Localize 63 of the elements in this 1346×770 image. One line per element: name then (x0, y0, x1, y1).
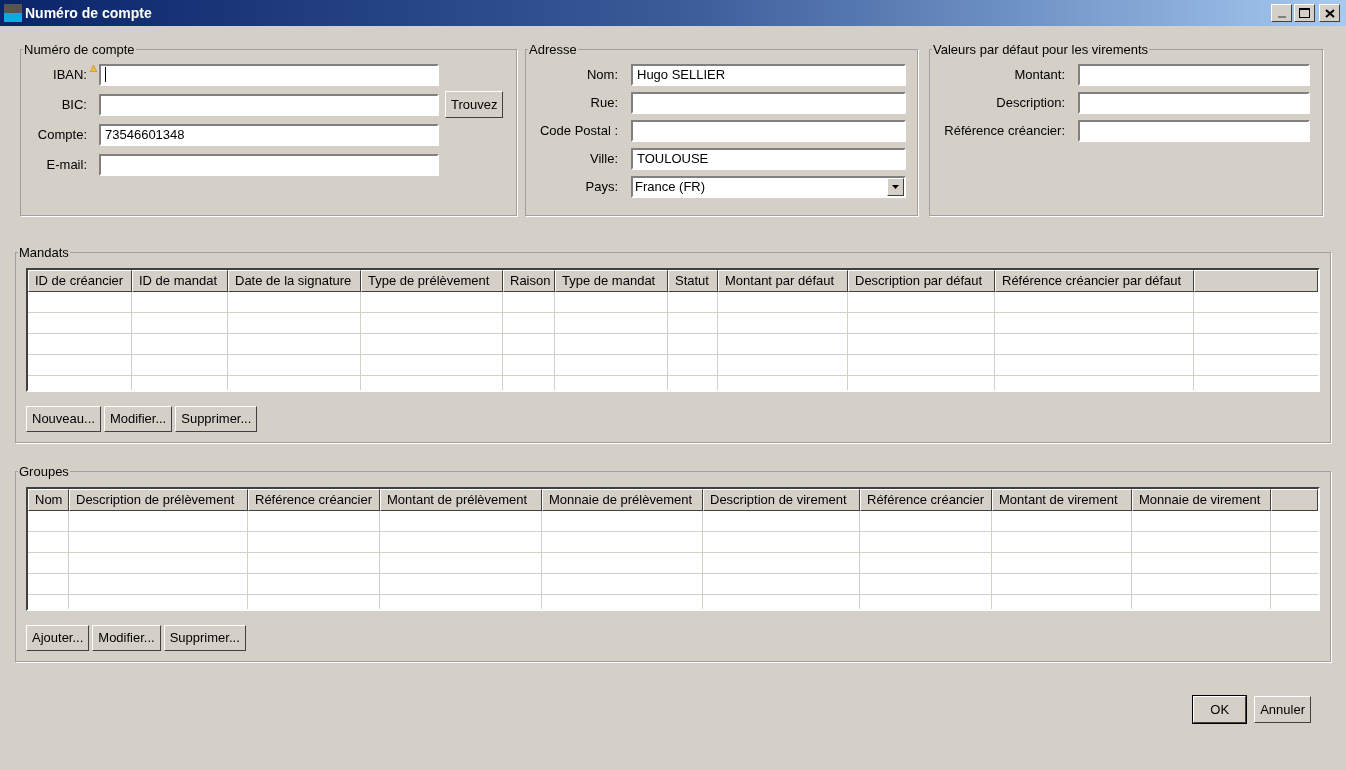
action-button[interactable]: Supprimer... (175, 405, 258, 432)
column-header[interactable]: Montant par défaut (718, 269, 848, 292)
country-dropdown[interactable]: France (FR) (631, 175, 906, 198)
action-button[interactable]: Ajouter... (26, 624, 90, 651)
field-label: Code Postal : (539, 121, 618, 140)
action-button[interactable]: Supprimer... (163, 624, 246, 651)
column-header[interactable]: ID de créancier (28, 269, 132, 292)
group-title: Valeurs par défaut pour les virements (932, 41, 1150, 59)
column-header[interactable]: Raison (503, 269, 555, 292)
column-header[interactable]: Référence créancier (860, 488, 992, 511)
column-header[interactable]: Montant de prélèvement (380, 488, 542, 511)
field-label: Référence créancier: (944, 121, 1065, 140)
column-header[interactable]: Date de la signature (228, 269, 361, 292)
column-header[interactable]: Montant de virement (992, 488, 1132, 511)
column-header[interactable]: Type de mandat (555, 269, 668, 292)
group-title: Adresse (528, 41, 578, 59)
close-button[interactable] (1319, 4, 1340, 22)
column-header[interactable]: Statut (668, 269, 718, 292)
minimize-button[interactable] (1271, 4, 1292, 22)
field-label: BIC: (61, 95, 87, 114)
action-button[interactable]: Nouveau... (26, 405, 101, 432)
action-button[interactable]: Modifier... (92, 624, 161, 651)
field-label: IBAN: (53, 65, 87, 84)
dialog-button[interactable]: Annuler (1254, 696, 1311, 723)
field-label: Montant: (1014, 65, 1065, 84)
input-field[interactable]: 73546601348 (99, 123, 439, 146)
column-header[interactable]: Référence créancier par défaut (995, 269, 1194, 292)
column-header[interactable]: Description par défaut (848, 269, 995, 292)
dialog-button[interactable]: OK (1193, 696, 1247, 723)
app-icon (4, 4, 22, 22)
input-field[interactable] (1078, 63, 1310, 86)
input-field[interactable] (1078, 119, 1310, 142)
action-button[interactable]: Modifier... (103, 405, 173, 432)
group-title: Groupes (18, 463, 70, 481)
field-label: Nom: (586, 65, 618, 84)
column-header[interactable]: Description de prélèvement (69, 488, 248, 511)
column-header[interactable]: Monnaie de prélèvement (542, 488, 703, 511)
group-title: Numéro de compte (23, 41, 136, 59)
input-field[interactable]: TOULOUSE (631, 147, 906, 170)
close-icon (1324, 8, 1335, 18)
field-label: Pays: (585, 177, 618, 196)
column-header[interactable]: ID de mandat (132, 269, 228, 292)
action-button[interactable]: Trouvez (445, 91, 504, 118)
column-header[interactable]: Type de prélèvement (361, 269, 503, 292)
column-header[interactable]: Référence créancier (248, 488, 380, 511)
field-label: Description: (996, 93, 1065, 112)
input-field[interactable] (631, 119, 906, 142)
field-label: Rue: (590, 93, 618, 112)
column-header[interactable]: Description de virement (703, 488, 860, 511)
input-field[interactable] (631, 91, 906, 114)
input-field[interactable] (1078, 91, 1310, 114)
input-field[interactable] (99, 93, 439, 116)
field-label: Compte: (37, 125, 87, 144)
input-field[interactable]: Hugo SELLIER (631, 63, 906, 86)
window-title: Numéro de compte (25, 3, 152, 23)
field-label: E-mail: (46, 155, 87, 174)
field-label: Ville: (590, 149, 618, 168)
input-field[interactable] (99, 153, 439, 176)
column-header[interactable]: Monnaie de virement (1132, 488, 1271, 511)
input-field[interactable] (99, 63, 439, 86)
column-header[interactable]: Nom (28, 488, 69, 511)
group-title: Mandats (18, 244, 70, 262)
maximize-button[interactable] (1294, 4, 1315, 22)
